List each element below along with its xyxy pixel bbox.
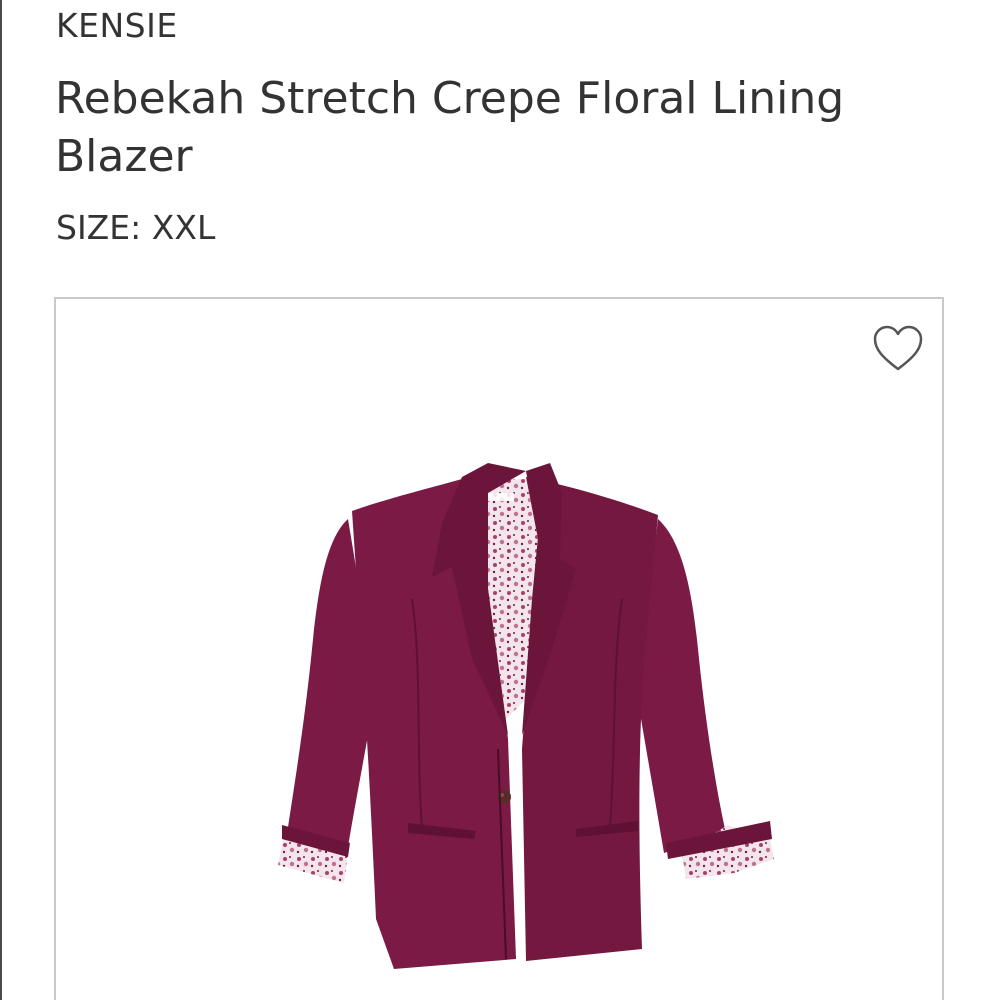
product-image-card[interactable] (54, 297, 944, 1000)
size-text: SIZE: XXL (56, 208, 216, 247)
favorite-button[interactable] (872, 325, 924, 373)
heart-outline-icon[interactable] (872, 325, 924, 373)
brand-name: KENSIE (56, 6, 178, 45)
product-title: Rebekah Stretch Crepe Floral Lining Blaz… (55, 73, 845, 182)
blazer-image (278, 463, 774, 969)
window-edge (0, 0, 2, 1000)
